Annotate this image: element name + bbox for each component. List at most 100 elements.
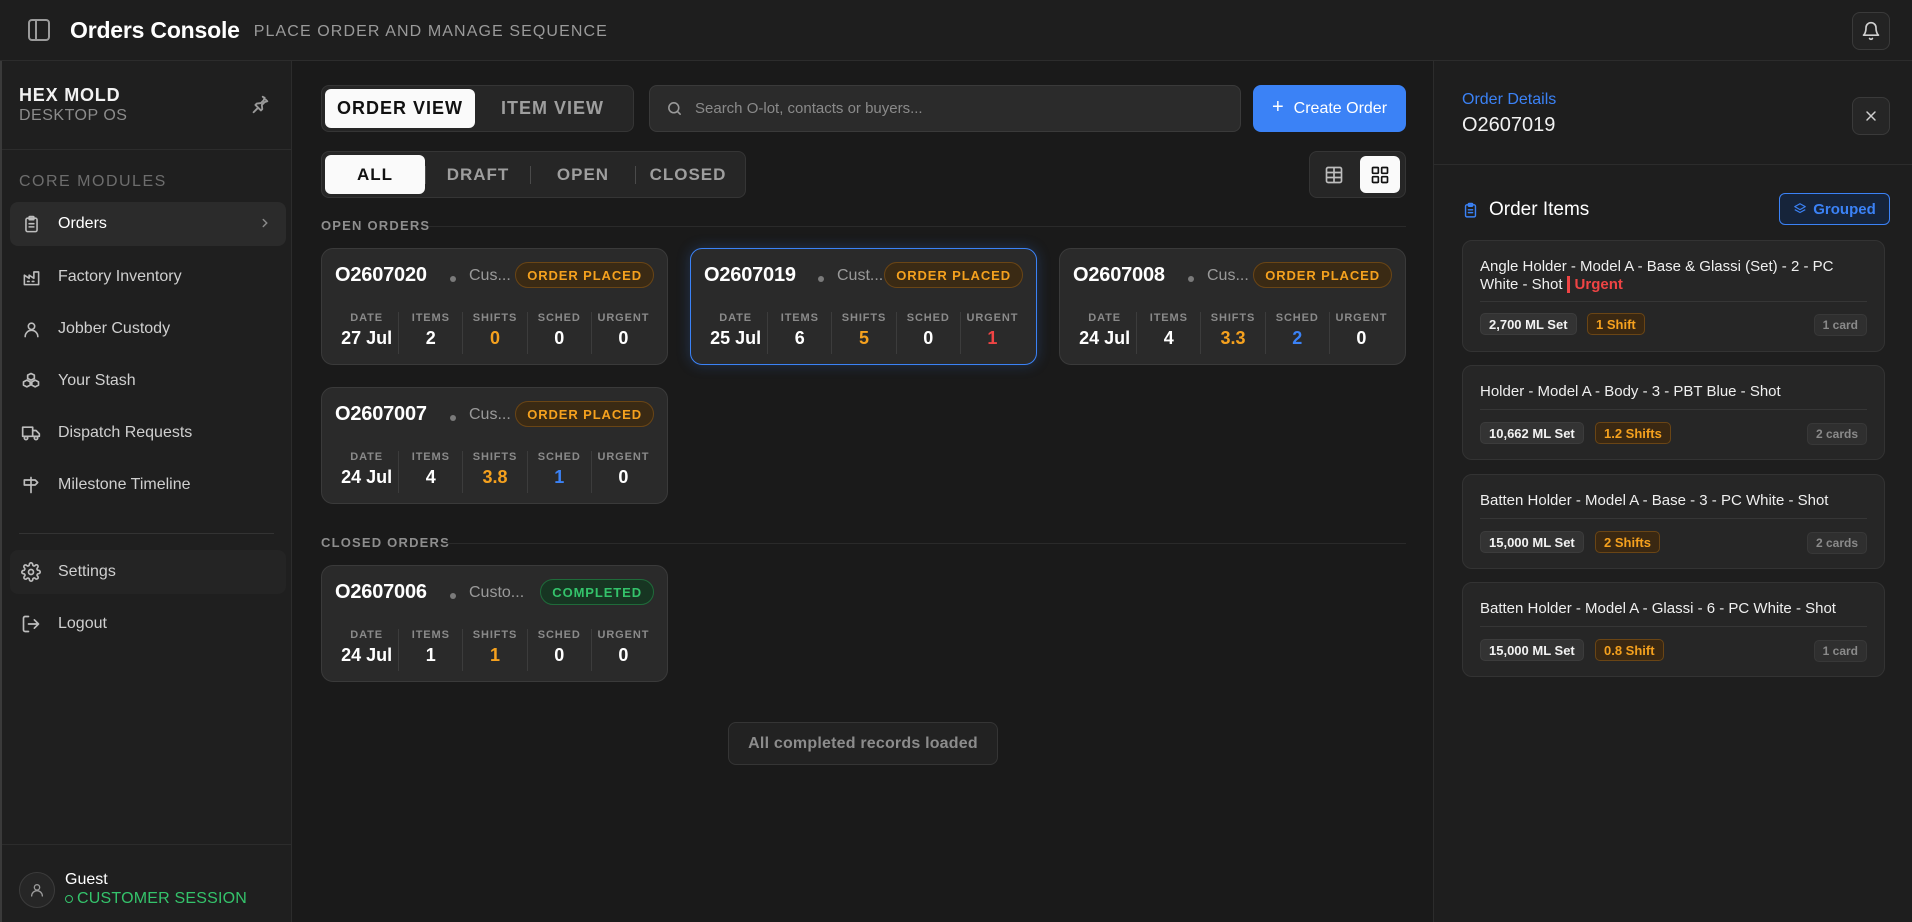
- app-header: Orders Console PLACE ORDER AND MANAGE SE…: [0, 0, 1912, 61]
- sidebar-item-dispatch-requests[interactable]: Dispatch Requests: [10, 411, 286, 455]
- bell-icon: [1862, 21, 1880, 41]
- order-card[interactable]: O2607020 Cus... ORDER PLACED DATE 27 Jul …: [321, 248, 668, 365]
- sidebar-item-label: Settings: [58, 563, 116, 580]
- pin-icon[interactable]: [249, 93, 271, 115]
- session-label: CUSTOMER SESSION: [77, 890, 248, 907]
- filter-closed[interactable]: CLOSED: [636, 155, 740, 194]
- customer-name: Custo...: [469, 584, 525, 601]
- status-filter-tabs: ALL DRAFT OPEN CLOSED: [321, 151, 746, 198]
- records-loaded-notice: All completed records loaded: [728, 722, 998, 765]
- status-badge: ORDER PLACED: [884, 262, 1023, 288]
- stat-urgent: URGENT 0: [590, 312, 655, 354]
- sidebar: HEX MOLD DESKTOP OS CORE MODULES Orders …: [0, 61, 292, 922]
- card-count-chip: 2 cards: [1806, 423, 1867, 445]
- item-divider: [1480, 409, 1867, 410]
- sidebar-divider: [19, 533, 274, 534]
- closed-orders-label: CLOSED ORDERS: [321, 535, 451, 550]
- stat-sched: SCHED 0: [526, 629, 591, 671]
- stat-items: ITEMS 1: [398, 629, 462, 671]
- order-id: O2607020: [335, 264, 427, 286]
- stat-shifts: SHIFTS 5: [831, 312, 895, 354]
- sidebar-item-label: Milestone Timeline: [58, 476, 191, 493]
- stat-urgent: URGENT 0: [1328, 312, 1393, 354]
- order-card[interactable]: O2607008 Cus... ORDER PLACED DATE 24 Jul …: [1059, 248, 1406, 365]
- sidebar-item-milestone-timeline[interactable]: Milestone Timeline: [10, 463, 286, 507]
- order-id: O2607006: [335, 581, 427, 603]
- order-item-card[interactable]: Batten Holder - Model A - Base - 3 - PC …: [1462, 474, 1885, 569]
- brand-subtitle: DESKTOP OS: [19, 107, 128, 124]
- order-item-card[interactable]: Angle Holder - Model A - Base & Glassi (…: [1462, 240, 1885, 352]
- stat-sched: SCHED 1: [526, 451, 591, 493]
- stat-sched: SCHED 2: [1264, 312, 1329, 354]
- close-panel-button[interactable]: [1852, 97, 1890, 135]
- order-details-panel: Order Details O2607019 Order Items Group…: [1433, 61, 1912, 922]
- sidebar-item-jobber-custody[interactable]: Jobber Custody: [10, 307, 286, 351]
- search-bar: [649, 85, 1241, 132]
- sidebar-item-settings[interactable]: Settings: [10, 550, 286, 594]
- user-profile[interactable]: Guest CUSTOMER SESSION: [19, 871, 247, 908]
- sidebar-divider: [2, 149, 291, 150]
- sidebar-item-factory-inventory[interactable]: Factory Inventory: [10, 255, 286, 299]
- order-items-title: Order Items: [1489, 199, 1590, 220]
- sidebar-item-logout[interactable]: Logout: [10, 602, 286, 646]
- create-order-button[interactable]: + Create Order: [1253, 85, 1406, 132]
- sidebar-item-label: Logout: [58, 615, 107, 632]
- grid-icon: [1371, 166, 1389, 183]
- stat-sched: SCHED 0: [526, 312, 591, 354]
- details-label: Order Details: [1462, 91, 1557, 108]
- user-icon: [31, 883, 43, 897]
- clipboard-icon: [1464, 202, 1477, 218]
- table-view-button[interactable]: [1314, 156, 1354, 193]
- open-orders-label: OPEN ORDERS: [321, 218, 431, 233]
- brand-name: HEX MOLD: [19, 85, 121, 105]
- brand: HEX MOLD DESKTOP OS: [19, 85, 127, 125]
- section-rule: [429, 226, 1406, 227]
- order-card-selected[interactable]: O2607019 Cust... ORDER PLACED DATE 25 Jul…: [690, 248, 1037, 365]
- stat-date: DATE 27 Jul: [341, 312, 393, 348]
- search-input[interactable]: [695, 100, 1215, 117]
- filter-all[interactable]: ALL: [325, 155, 425, 194]
- item-divider: [1480, 518, 1867, 519]
- sidebar-divider: [2, 844, 291, 845]
- grouped-label: Grouped: [1813, 200, 1876, 218]
- truck-icon: [21, 423, 41, 443]
- grid-view-button[interactable]: [1360, 156, 1400, 193]
- quantity-chip: 15,000 ML Set: [1480, 639, 1584, 661]
- main-content: ORDER VIEW ITEM VIEW + Create Order ALL …: [293, 61, 1433, 922]
- plus-icon: +: [1271, 96, 1284, 118]
- order-items-heading: Order Items: [1462, 199, 1589, 221]
- separator-dot: [450, 276, 456, 282]
- order-stats: DATE 24 Jul ITEMS 4 SHIFTS 3.8 SCHED 1 URGEN…: [335, 451, 655, 493]
- sidebar-item-label: Jobber Custody: [58, 320, 171, 337]
- filter-draft[interactable]: DRAFT: [426, 155, 530, 194]
- layers-icon: [1794, 203, 1807, 214]
- tab-order-view[interactable]: ORDER VIEW: [325, 89, 475, 128]
- sidebar-item-your-stash[interactable]: Your Stash: [10, 359, 286, 403]
- order-item-card[interactable]: Holder - Model A - Body - 3 - PBT Blue -…: [1462, 365, 1885, 460]
- grouped-toggle-button[interactable]: Grouped: [1779, 193, 1890, 225]
- table-icon: [1325, 166, 1343, 183]
- notifications-button[interactable]: [1852, 12, 1890, 50]
- order-card[interactable]: O2607007 Cus... ORDER PLACED DATE 24 Jul …: [321, 387, 668, 504]
- item-title: Batten Holder - Model A - Base - 3 - PC …: [1480, 492, 1829, 509]
- shift-chip: 1.2 Shifts: [1595, 422, 1671, 444]
- factory-icon: [21, 267, 41, 287]
- quantity-chip: 10,662 ML Set: [1480, 422, 1584, 444]
- layout-toggle: [1309, 151, 1406, 198]
- stat-shifts: SHIFTS 0: [462, 312, 526, 354]
- sidebar-toggle-icon[interactable]: [28, 19, 50, 41]
- gear-icon: [21, 562, 41, 582]
- section-label: CORE MODULES: [19, 173, 167, 190]
- item-title: Holder - Model A - Body - 3 - PBT Blue -…: [1480, 383, 1781, 400]
- logout-icon: [21, 614, 41, 634]
- filter-open[interactable]: OPEN: [531, 155, 635, 194]
- tab-item-view[interactable]: ITEM VIEW: [475, 89, 630, 128]
- order-item-card[interactable]: Batten Holder - Model A - Glassi - 6 - P…: [1462, 582, 1885, 677]
- stat-items: ITEMS 4: [1136, 312, 1200, 354]
- separator-dot: [450, 593, 456, 599]
- sidebar-item-label: Dispatch Requests: [58, 424, 193, 441]
- sidebar-item-orders[interactable]: Orders: [10, 202, 286, 246]
- status-badge: ORDER PLACED: [515, 401, 654, 427]
- order-card[interactable]: O2607006 Custo... COMPLETED DATE 24 Jul I…: [321, 565, 668, 682]
- order-stats: DATE 25 Jul ITEMS 6 SHIFTS 5 SCHED 0 URGENT 1: [704, 312, 1024, 354]
